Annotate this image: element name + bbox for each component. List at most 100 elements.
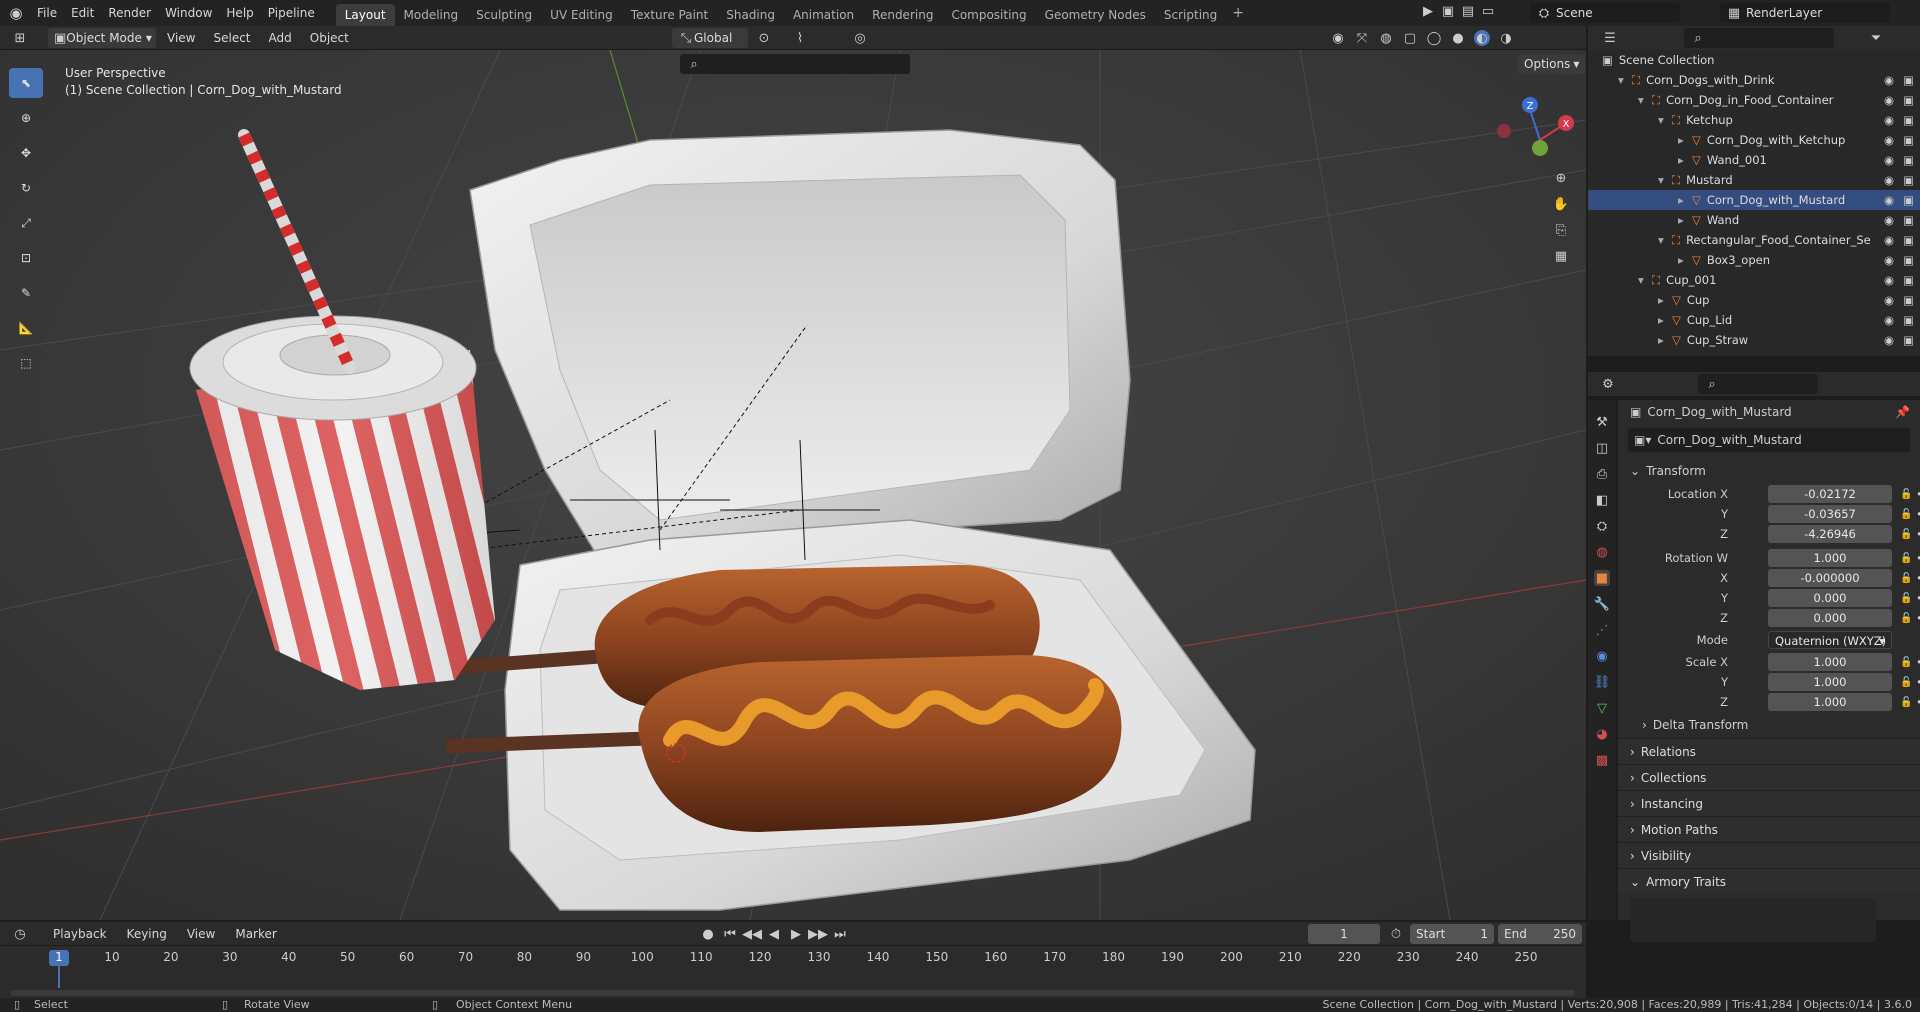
add-workspace-icon[interactable]: + xyxy=(1232,5,1244,21)
eye-icon[interactable]: ◉ xyxy=(1884,233,1894,247)
outliner-root[interactable]: ▣ Scene Collection xyxy=(1588,50,1920,70)
timeline-menu-playback[interactable]: Playback xyxy=(46,924,114,944)
jump-end-icon[interactable]: ⏭ xyxy=(832,926,848,942)
outliner-item[interactable]: ▸ ▽ Corn_Dog_with_Mustard ◉ ▣ xyxy=(1588,190,1920,210)
menu-edit[interactable]: Edit xyxy=(64,0,101,26)
camera-view-icon[interactable]: ⎘ xyxy=(1553,222,1569,238)
wireframe-shading-icon[interactable]: ◯ xyxy=(1426,30,1442,46)
render-anim-icon[interactable]: ▤ xyxy=(1460,3,1476,19)
window-icon[interactable]: ▭ xyxy=(1480,3,1496,19)
pivot-icon[interactable]: ⊙ xyxy=(756,30,772,46)
camera-icon[interactable]: ▣ xyxy=(1903,233,1914,247)
lock-icon[interactable]: 🔓 xyxy=(1900,657,1912,668)
tab-shading[interactable]: Shading xyxy=(717,4,784,26)
keyframe-dot-icon[interactable]: • xyxy=(1916,487,1920,501)
eye-icon[interactable]: ◉ xyxy=(1884,153,1894,167)
eye-icon[interactable]: ◉ xyxy=(1884,73,1894,87)
outliner-item[interactable]: ▸ ▽ Wand ◉ ▣ xyxy=(1588,210,1920,230)
snap-icon[interactable]: ⌇ xyxy=(792,30,808,46)
move-tool[interactable]: ✥ xyxy=(9,138,43,168)
chevron-icon[interactable]: ▾ xyxy=(1638,273,1652,287)
scene-selector[interactable]: ⛭ Scene xyxy=(1530,3,1680,23)
menu-file[interactable]: File xyxy=(30,0,64,26)
lock-icon[interactable]: 🔓 xyxy=(1900,593,1912,604)
eye-icon[interactable]: ◉ xyxy=(1884,333,1894,347)
play-reverse-icon[interactable]: ◀ xyxy=(766,926,782,942)
3d-viewport[interactable]: Z X User Perspective (1) Scene Collectio… xyxy=(0,50,1586,920)
render-image-icon[interactable]: ▣ xyxy=(1440,3,1456,19)
eye-icon[interactable]: ◉ xyxy=(1884,193,1894,207)
scale-value-field[interactable]: 1.000 xyxy=(1768,673,1892,691)
tab-geometry-nodes[interactable]: Geometry Nodes xyxy=(1036,4,1155,26)
scale-value-field[interactable]: 1.000 xyxy=(1768,693,1892,711)
menu-pipeline[interactable]: Pipeline xyxy=(261,0,322,26)
camera-icon[interactable]: ▣ xyxy=(1903,173,1914,187)
eye-icon[interactable]: ◉ xyxy=(1884,273,1894,287)
transform-orientation[interactable]: ⤡ Global xyxy=(672,28,748,48)
chevron-icon[interactable]: ▸ xyxy=(1678,133,1692,147)
eye-icon[interactable]: ◉ xyxy=(1884,313,1894,327)
outliner-item[interactable]: ▾ ⛶ Rectangular_Food_Container_Se ◉ ▣ xyxy=(1588,230,1920,250)
properties-editor-icon[interactable]: ⚙ xyxy=(1600,376,1616,392)
current-frame-field[interactable]: 1 xyxy=(1308,924,1380,944)
filter-icon[interactable]: ⏷ xyxy=(1868,30,1884,46)
camera-icon[interactable]: ▣ xyxy=(1903,73,1914,87)
viewport-menu-add[interactable]: Add xyxy=(262,28,299,48)
outliner-item[interactable]: ▸ ▽ Cup_Straw ◉ ▣ xyxy=(1588,330,1920,350)
zoom-icon[interactable]: ⊕ xyxy=(1553,170,1569,186)
tab-compositing[interactable]: Compositing xyxy=(942,4,1035,26)
chevron-icon[interactable]: ▾ xyxy=(1658,113,1672,127)
keyframe-dot-icon[interactable]: • xyxy=(1916,695,1920,709)
timeline-ruler[interactable]: 1 10 20 30 40 50 60 70 80 90 100 110 120 130 140 150 160… xyxy=(0,946,1586,998)
material-shading-icon[interactable]: ◐ xyxy=(1474,30,1490,46)
transform-tool[interactable]: ⊡ xyxy=(9,243,43,273)
gizmo-toggle-icon[interactable]: ⤧ xyxy=(1354,30,1370,46)
outliner-search[interactable]: ⌕ xyxy=(1684,28,1834,48)
timeline-editor-icon[interactable]: ◷ xyxy=(12,926,28,942)
panel-instancing[interactable]: › Instancing xyxy=(1618,790,1920,816)
camera-icon[interactable]: ▣ xyxy=(1903,313,1914,327)
gizmo-y-axis[interactable] xyxy=(1532,140,1548,156)
camera-icon[interactable]: ▣ xyxy=(1903,253,1914,267)
scale-value-field[interactable]: 1.000 xyxy=(1768,653,1892,671)
object-tab-icon[interactable]: ■ xyxy=(1594,570,1610,586)
menu-render[interactable]: Render xyxy=(101,0,158,26)
material-tab-icon[interactable]: ◕ xyxy=(1594,726,1610,742)
transform-value-field[interactable]: -0.000000 xyxy=(1768,569,1892,587)
particles-tab-icon[interactable]: ⋰ xyxy=(1594,622,1610,638)
camera-icon[interactable]: ▣ xyxy=(1903,213,1914,227)
outliner-item[interactable]: ▾ ⛶ Cup_001 ◉ ▣ xyxy=(1588,270,1920,290)
camera-icon[interactable]: ▣ xyxy=(1903,133,1914,147)
armory-traits-list[interactable] xyxy=(1630,898,1876,942)
outliner-item[interactable]: ▸ ▽ Wand_001 ◉ ▣ xyxy=(1588,150,1920,170)
tab-scripting[interactable]: Scripting xyxy=(1155,4,1226,26)
eye-icon[interactable]: ◉ xyxy=(1884,93,1894,107)
chevron-icon[interactable]: ▾ xyxy=(1638,93,1652,107)
outliner-item[interactable]: ▾ ⛶ Ketchup ◉ ▣ xyxy=(1588,110,1920,130)
stopwatch-icon[interactable]: ⏱ xyxy=(1388,926,1404,942)
timeline-menu-keying[interactable]: Keying xyxy=(120,924,174,944)
tool-tab-icon[interactable]: ⚒ xyxy=(1594,414,1610,430)
timeline-scrollbar[interactable] xyxy=(10,990,1575,996)
eye-icon[interactable]: ◉ xyxy=(1884,253,1894,267)
gizmo-neg-x[interactable] xyxy=(1497,124,1511,138)
keyframe-dot-icon[interactable]: • xyxy=(1916,551,1920,565)
options-button[interactable]: Options ▾ xyxy=(1518,54,1586,74)
outliner-item[interactable]: ▾ ⛶ Mustard ◉ ▣ xyxy=(1588,170,1920,190)
output-tab-icon[interactable]: ⎙ xyxy=(1594,466,1610,482)
transform-value-field[interactable]: -0.02172 xyxy=(1768,485,1892,503)
panel-relations[interactable]: › Relations xyxy=(1618,738,1920,764)
lock-icon[interactable]: 🔓 xyxy=(1900,529,1912,540)
measure-tool[interactable]: 📐 xyxy=(9,313,43,343)
ortho-grid-icon[interactable]: ▦ xyxy=(1553,248,1569,264)
keyframe-dot-icon[interactable]: • xyxy=(1916,591,1920,605)
outliner-item[interactable]: ▾ ⛶ Corn_Dog_in_Food_Container ◉ ▣ xyxy=(1588,90,1920,110)
tab-animation[interactable]: Animation xyxy=(784,4,863,26)
camera-icon[interactable]: ▣ xyxy=(1903,193,1914,207)
transform-panel-header[interactable]: ⌄ Transform xyxy=(1618,458,1920,484)
rotation-mode-select[interactable]: Quaternion (WXYZ) ▾ xyxy=(1768,631,1892,649)
transform-value-field[interactable]: -4.26946 xyxy=(1768,525,1892,543)
lock-icon[interactable]: 🔓 xyxy=(1900,553,1912,564)
constraints-tab-icon[interactable]: ⛓ xyxy=(1594,674,1611,690)
panel-armory-traits[interactable]: ⌄ Armory Traits xyxy=(1618,868,1920,894)
